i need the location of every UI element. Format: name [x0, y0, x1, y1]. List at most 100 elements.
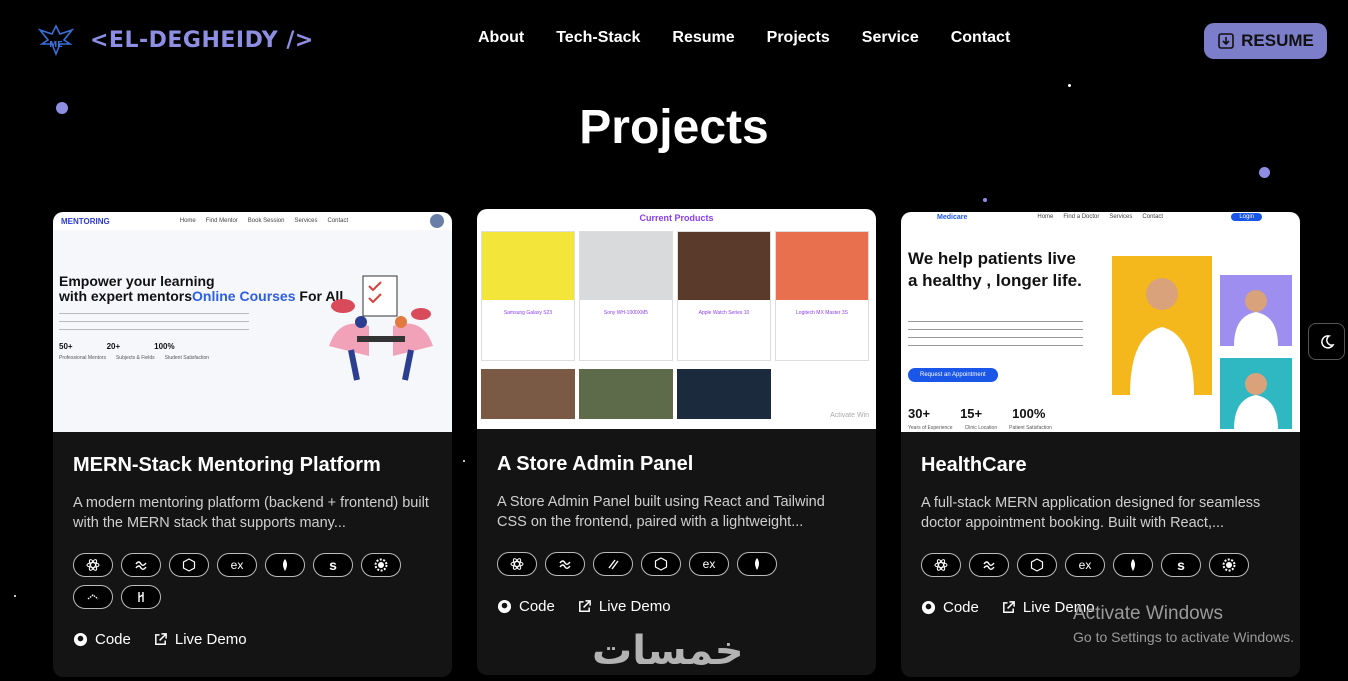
preview-stat: 100%	[154, 342, 175, 351]
preview-stat-label: Patient Satisfaction	[1009, 425, 1052, 431]
arabic-watermark: خمسات	[592, 628, 744, 674]
preview-watermark: Activate Win	[830, 412, 869, 419]
resume-button[interactable]: RESUME	[1204, 23, 1327, 59]
react-icon	[497, 552, 537, 576]
preview-menu-item: Home	[179, 218, 196, 224]
decor-dot	[983, 198, 987, 202]
doctor-image	[1220, 358, 1292, 429]
nodejs-icon	[1017, 553, 1057, 577]
preview-menu-item: Services	[1109, 214, 1133, 220]
project-links: Code Live Demo	[73, 631, 432, 648]
github-icon	[921, 600, 936, 615]
preview-cta-button: Request an Appointment	[908, 368, 998, 382]
nav-resume[interactable]: Resume	[672, 29, 734, 47]
nav-projects[interactable]: Projects	[767, 29, 830, 47]
avatar	[430, 214, 444, 228]
preview-hero: Empower your learning with expert mentor…	[53, 230, 452, 432]
preview-product-name: Apple Watch Series 10	[698, 310, 750, 316]
main-nav: About Tech-Stack Resume Projects Service…	[478, 29, 1010, 47]
react-icon	[73, 553, 113, 577]
card-body: A Store Admin Panel A Store Admin Panel …	[477, 429, 876, 615]
moon-icon	[1320, 334, 1335, 349]
preview-stat-labels: Years of Experience Clinic Location Pati…	[908, 425, 1052, 431]
project-preview[interactable]: Current Products Samsung Galaxy S23 Sony…	[477, 209, 876, 429]
tailwind-icon	[121, 553, 161, 577]
eagle-logo-icon: ME	[37, 24, 75, 57]
card-body: MERN-Stack Mentoring Platform A modern m…	[53, 432, 452, 648]
card-body: HealthCare A full-stack MERN application…	[901, 432, 1300, 616]
preview-product-name: Sony WH-1000XM5	[603, 310, 649, 316]
preview-stat-label: Clinic Location	[964, 425, 998, 431]
windows-activation-title: Activate Windows	[1073, 603, 1223, 624]
tailwind-icon	[545, 552, 585, 576]
project-description: A Store Admin Panel built using React an…	[497, 494, 825, 530]
decor-dot	[14, 595, 16, 597]
preview-stats: 30+ 15+ 100%	[908, 406, 1045, 421]
preview-brand: Medicare	[937, 213, 968, 221]
logo[interactable]: ME <EL-DEGHEIDY />	[36, 22, 314, 58]
preview-product: Logitech MX Master 3S	[775, 231, 869, 361]
project-preview[interactable]: Medicare Home Find a Doctor Services Con…	[901, 212, 1300, 432]
express-tag: ex	[1065, 553, 1105, 577]
nav-tech-stack[interactable]: Tech-Stack	[556, 29, 640, 47]
code-link[interactable]: Code	[921, 599, 979, 616]
live-demo-link[interactable]: Live Demo	[577, 598, 671, 615]
gear-icon	[1209, 553, 1249, 577]
preview-product-name: Logitech MX Master 3S	[796, 310, 848, 316]
preview-stat: 20+	[106, 342, 121, 351]
project-description: A modern mentoring platform (backend + f…	[73, 495, 429, 531]
code-link-label: Code	[519, 598, 555, 615]
preview-stat: 30+	[908, 406, 931, 421]
mongodb-icon	[737, 552, 777, 576]
external-link-icon	[154, 633, 167, 645]
preview-menu-item: Book Session	[247, 218, 285, 224]
preview-login-button: Login	[1231, 213, 1262, 221]
project-title: MERN-Stack Mentoring Platform	[73, 454, 381, 476]
nodejs-icon	[169, 553, 209, 577]
nav-contact[interactable]: Contact	[951, 29, 1011, 47]
preview-menu-item: Contact	[1142, 214, 1164, 220]
nodejs-icon	[641, 552, 681, 576]
mongodb-icon	[1113, 553, 1153, 577]
external-link-icon	[1002, 601, 1015, 613]
mentoring-illustration	[329, 275, 433, 381]
preview-brand: MENTORING	[61, 216, 110, 226]
preview-stat: 15+	[960, 406, 983, 421]
stripe-tag: s	[1161, 553, 1201, 577]
preview-stat-label: Student Satisfaction	[164, 355, 210, 361]
preview-product-name: Samsung Galaxy S23	[503, 310, 553, 316]
theme-toggle-button[interactable]	[1308, 323, 1345, 360]
gear-icon	[361, 553, 401, 577]
express-tag: ex	[217, 553, 257, 577]
github-icon	[73, 632, 88, 647]
preview-headline-accent: Online Courses	[192, 288, 296, 304]
preview-nav: Medicare Home Find a Doctor Services Con…	[901, 212, 1300, 222]
project-card: MENTORING Home Find Mentor Book Session …	[53, 212, 452, 677]
preview-menu-item: Services	[294, 218, 318, 224]
doctor-image	[1220, 275, 1292, 346]
preview-paragraph	[59, 310, 249, 334]
preview-menu-item: Home	[1037, 214, 1054, 220]
live-demo-link[interactable]: Live Demo	[153, 631, 247, 648]
preview-menu-item: Contact	[327, 218, 349, 224]
project-preview[interactable]: MENTORING Home Find Mentor Book Session …	[53, 212, 452, 432]
preview-stat: 100%	[1012, 406, 1046, 421]
header: ME <EL-DEGHEIDY /> About Tech-Stack Resu…	[0, 0, 1348, 80]
preview-stat: 50+	[59, 342, 73, 351]
stack-icon	[73, 585, 113, 609]
code-link[interactable]: Code	[497, 598, 555, 615]
github-icon	[497, 599, 512, 614]
preview-menu-item: Find a Doctor	[1063, 214, 1100, 220]
preview-product: Apple Watch Series 10	[677, 231, 771, 361]
nav-about[interactable]: About	[478, 29, 524, 47]
code-link-label: Code	[95, 631, 131, 648]
slash-icon	[593, 552, 633, 576]
resume-button-label: RESUME	[1241, 31, 1314, 50]
stripe-tag: s	[313, 553, 353, 577]
decor-dot	[1259, 167, 1270, 178]
code-link[interactable]: Code	[73, 631, 131, 648]
tech-tags: ex s	[921, 553, 1261, 577]
preview-heading: Current Products	[639, 213, 714, 223]
nav-service[interactable]: Service	[862, 29, 919, 47]
project-title: HealthCare	[921, 454, 1027, 476]
